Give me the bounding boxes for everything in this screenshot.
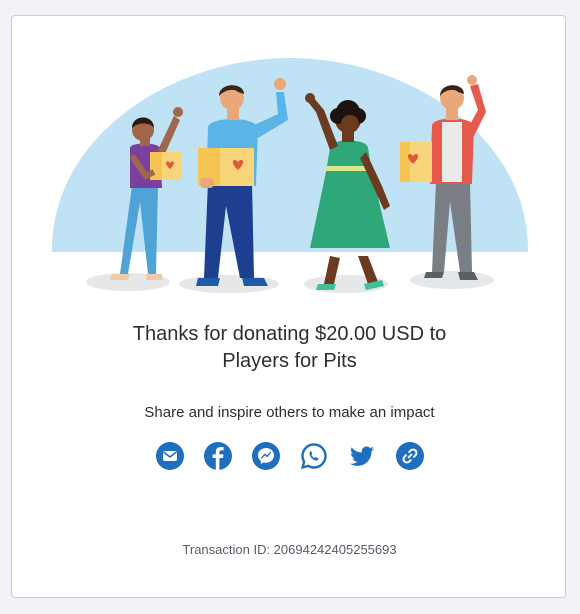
donation-confirmation-card: Thanks for donating $20.00 USD to Player… [11, 15, 566, 598]
share-email-button[interactable] [155, 442, 184, 470]
email-icon [155, 442, 184, 470]
whatsapp-icon [300, 443, 327, 470]
share-messenger-button[interactable] [251, 442, 280, 470]
thanks-line-2: Players for Pits [222, 350, 357, 372]
transaction-id: Transaction ID: 20694242405255693 [182, 542, 397, 557]
donors-celebration-illustration [52, 58, 528, 293]
share-prompt: Share and inspire others to make an impa… [144, 404, 435, 421]
messenger-icon [251, 442, 280, 470]
copy-link-button[interactable] [395, 442, 424, 470]
donation-thanks-message: Thanks for donating $20.00 USD to Player… [12, 321, 567, 375]
link-icon [395, 442, 424, 470]
share-buttons [12, 442, 567, 470]
share-facebook-button[interactable] [203, 442, 232, 470]
twitter-icon [349, 446, 374, 466]
facebook-icon [203, 442, 232, 470]
thanks-line-1: Thanks for donating $20.00 USD to [132, 323, 447, 345]
share-twitter-button[interactable] [348, 442, 376, 470]
share-whatsapp-button[interactable] [300, 442, 328, 470]
